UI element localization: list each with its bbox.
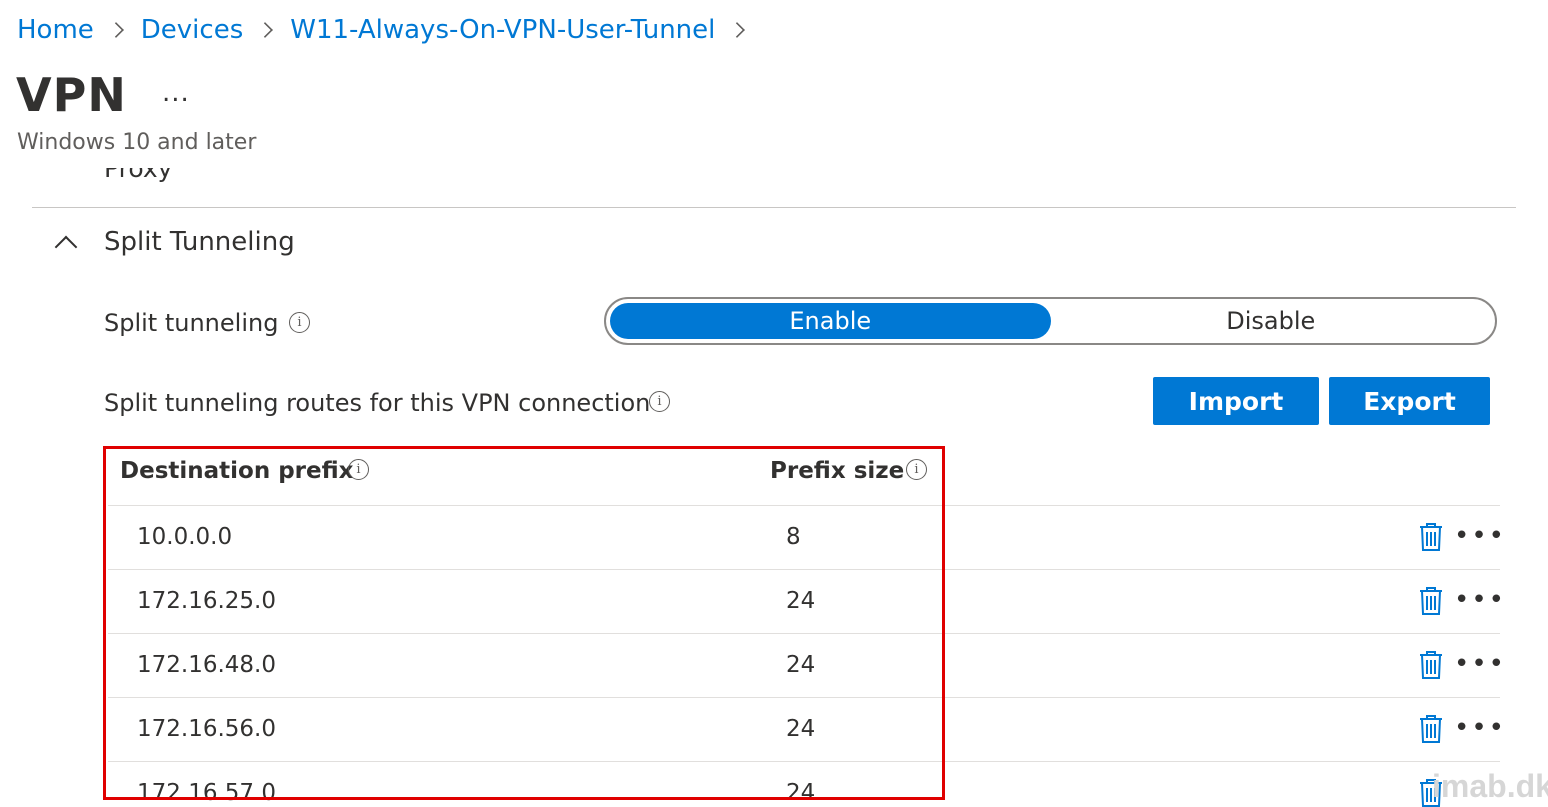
enable-option[interactable]: Enable — [610, 303, 1051, 339]
proxy-section-text: Proxy — [104, 168, 173, 183]
info-icon[interactable]: i — [289, 312, 310, 333]
breadcrumb-devices[interactable]: Devices — [141, 15, 243, 45]
chevron-right-icon — [107, 22, 124, 38]
row-more-button[interactable]: ••• — [1454, 523, 1506, 549]
proxy-section-label[interactable]: Proxy — [104, 168, 172, 184]
import-button[interactable]: Import — [1153, 377, 1319, 425]
highlight-annotation-box — [103, 446, 945, 800]
split-tunneling-section-title[interactable]: Split Tunneling — [104, 227, 295, 257]
trash-icon[interactable] — [1418, 714, 1444, 744]
row-more-button[interactable]: ••• — [1454, 587, 1506, 613]
disable-option[interactable]: Disable — [1051, 303, 1492, 339]
row-more-button[interactable]: ••• — [1454, 715, 1506, 741]
section-divider — [32, 207, 1516, 208]
breadcrumb-home[interactable]: Home — [17, 15, 94, 45]
info-icon[interactable]: i — [649, 391, 670, 412]
trash-icon[interactable] — [1418, 522, 1444, 552]
row-more-button[interactable]: ••• — [1454, 651, 1506, 677]
trash-icon[interactable] — [1418, 650, 1444, 680]
export-button[interactable]: Export — [1329, 377, 1490, 425]
split-tunneling-toggle: Enable Disable — [604, 297, 1497, 345]
page-subtitle: Windows 10 and later — [17, 130, 257, 155]
page-title: VPN — [16, 68, 127, 122]
trash-icon[interactable] — [1418, 586, 1444, 616]
chevron-up-icon[interactable] — [54, 235, 78, 259]
routes-label: Split tunneling routes for this VPN conn… — [104, 389, 651, 417]
split-tunneling-label: Split tunneling — [104, 309, 279, 337]
breadcrumb-profile[interactable]: W11-Always-On-VPN-User-Tunnel — [290, 15, 715, 45]
breadcrumb: Home Devices W11-Always-On-VPN-User-Tunn… — [17, 12, 762, 48]
more-options-button[interactable]: ... — [162, 78, 190, 108]
watermark: imab.dk — [1432, 768, 1548, 804]
chevron-right-icon — [729, 22, 746, 38]
chevron-right-icon — [257, 22, 274, 38]
